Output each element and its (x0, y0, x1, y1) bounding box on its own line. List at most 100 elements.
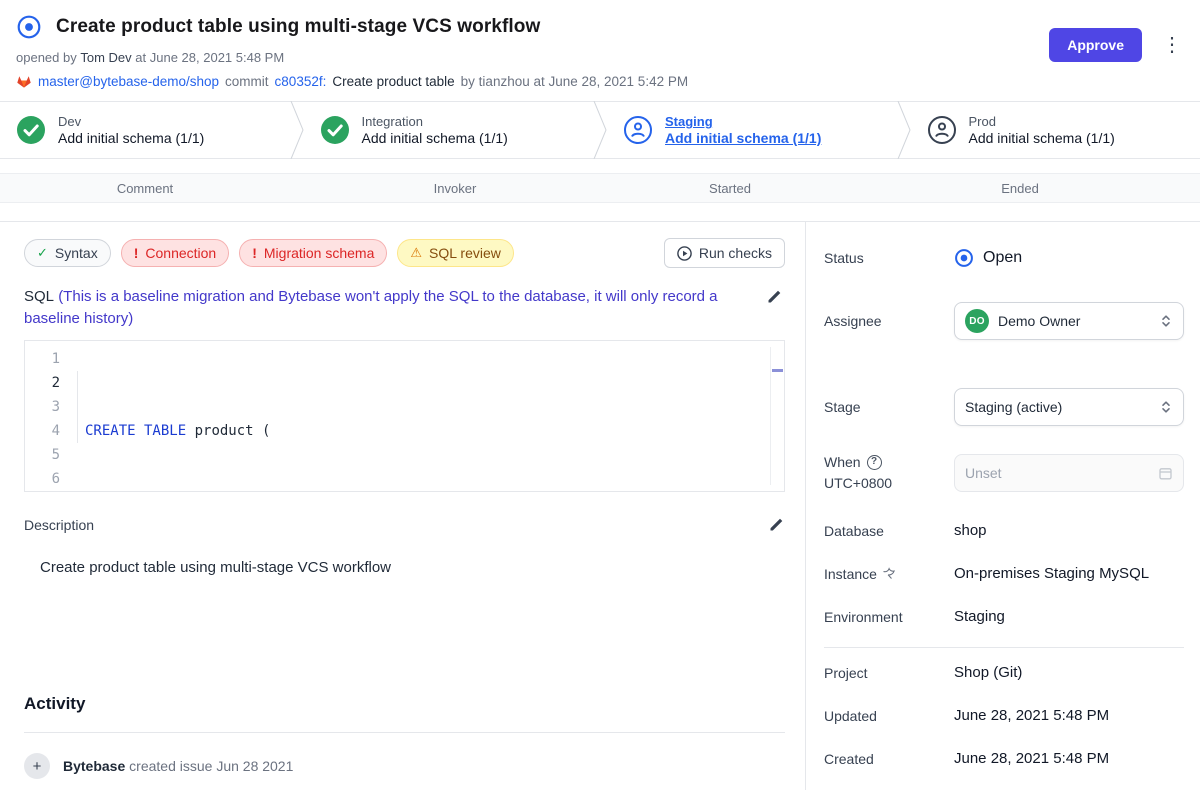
person-circle-icon (623, 115, 653, 145)
created-row: Created June 28, 2021 5:48 PM (824, 750, 1184, 767)
commit-hash-link[interactable]: c80352f: (275, 74, 327, 89)
calendar-icon (1158, 466, 1173, 481)
when-label: When (824, 454, 861, 470)
check-icon: ✓ (37, 245, 48, 261)
stage-label: Stage (824, 399, 954, 415)
stage-select[interactable]: Staging (active) (954, 388, 1184, 426)
edit-description-button[interactable] (768, 516, 785, 533)
help-icon[interactable]: ? (867, 455, 882, 470)
task-table-header: Comment Invoker Started Ended (0, 173, 1200, 203)
updated-value: June 28, 2021 5:48 PM (954, 707, 1109, 724)
minimap-mark (772, 369, 783, 372)
check-badge-connection[interactable]: ! Connection (121, 239, 230, 267)
stage-name: Dev (58, 114, 204, 129)
environment-row: Environment Staging (824, 608, 1184, 625)
issue-open-icon (16, 14, 42, 40)
updated-row: Updated June 28, 2021 5:48 PM (824, 707, 1184, 724)
sql-label: SQL (24, 288, 54, 305)
assignee-select[interactable]: DO Demo Owner (954, 302, 1184, 340)
sql-editor[interactable]: 1 2 3 4 5 6 CREATE TABLE product ( id IN… (24, 340, 785, 492)
environment-value: Staging (954, 608, 1005, 625)
editor-gutter: 1 2 3 4 5 6 (25, 347, 73, 485)
stage-prod[interactable]: Prod Add initial schema (1/1) (911, 102, 1200, 158)
status-label: Status (824, 250, 954, 266)
stage-staging[interactable]: Staging Add initial schema (1/1) (607, 102, 897, 158)
created-label: Created (824, 751, 954, 767)
when-row: When ? UTC+0800 (824, 454, 1184, 492)
issue-header: Create product table using multi-stage V… (0, 0, 1200, 89)
assignee-row: Assignee DO Demo Owner (824, 302, 1184, 340)
warning-icon: ⚠ (410, 245, 422, 261)
created-value: June 28, 2021 5:48 PM (954, 750, 1109, 767)
project-row: Project Shop (Git) (824, 664, 1184, 681)
pencil-icon (768, 516, 785, 533)
plus-icon: + (24, 753, 50, 779)
stage-dev[interactable]: Dev Add initial schema (1/1) (0, 102, 290, 158)
opener-name: Tom Dev (80, 50, 131, 65)
activity-action: created issue Jun 28 2021 (129, 758, 293, 774)
stage-separator (290, 102, 304, 158)
check-badge-label: Connection (145, 245, 216, 261)
line-number: 3 (25, 395, 60, 419)
column-ended: Ended (840, 181, 1200, 196)
activity-divider (24, 732, 785, 733)
editor-minimap[interactable] (770, 347, 784, 485)
stage-integration[interactable]: Integration Add initial schema (1/1) (304, 102, 594, 158)
sidebar-divider (824, 647, 1184, 648)
check-badge-sql-review[interactable]: ⚠ SQL review (397, 239, 514, 267)
project-label: Project (824, 665, 954, 681)
stage-task: Add initial schema (1/1) (969, 130, 1115, 146)
person-circle-icon (927, 115, 957, 145)
stage-name: Staging (665, 114, 821, 129)
stage-name: Integration (362, 114, 508, 129)
stage-task: Add initial schema (1/1) (665, 130, 821, 146)
chevron-updown-icon (1159, 313, 1173, 329)
opened-time: June 28, 2021 5:48 PM (150, 50, 284, 65)
instance-row: Instance On-premises Staging MySQL (824, 565, 1184, 582)
updated-label: Updated (824, 708, 954, 724)
line-number: 5 (25, 443, 60, 467)
commit-word: commit (225, 74, 269, 89)
check-circle-icon (320, 115, 350, 145)
stage-separator (897, 102, 911, 158)
editor-code: CREATE TABLE product ( id INTEGER PRIMAR… (73, 347, 770, 485)
check-badge-label: Syntax (55, 245, 98, 261)
indent-guide (77, 371, 78, 443)
page-title: Create product table using multi-stage V… (56, 16, 540, 38)
activity-actor: Bytebase (63, 758, 125, 774)
opened-by-line: opened by Tom Dev at June 28, 2021 5:48 … (16, 50, 1184, 65)
branch-repo-link[interactable]: master@bytebase-demo/shop (38, 74, 219, 89)
commit-message: Create product table (332, 74, 454, 89)
assignee-value: Demo Owner (998, 313, 1080, 329)
issue-sidebar: Status Open Assignee DO Demo Owner (805, 222, 1200, 790)
instance-label: Instance (824, 566, 877, 582)
check-badge-syntax[interactable]: ✓ Syntax (24, 239, 111, 267)
pencil-icon (766, 288, 783, 305)
code-text: product ( (186, 423, 270, 439)
approve-button[interactable]: Approve (1049, 28, 1142, 62)
line-number: 6 (25, 467, 60, 491)
when-datetime-input[interactable] (954, 454, 1184, 492)
play-circle-icon (677, 246, 692, 261)
kebab-menu-icon[interactable]: ⋮ (1158, 33, 1186, 57)
column-invoker: Invoker (290, 181, 620, 196)
stage-value: Staging (active) (965, 399, 1062, 415)
database-value: shop (954, 522, 987, 539)
stage-row: Stage Staging (active) (824, 388, 1184, 426)
stage-separator (593, 102, 607, 158)
edit-sql-button[interactable] (766, 288, 783, 305)
mysql-dolphin-icon (882, 567, 897, 580)
project-value: Shop (Git) (954, 664, 1022, 681)
activity-item: + Bytebase created issue Jun 28 2021 (24, 753, 785, 779)
gitlab-icon (16, 73, 32, 89)
run-checks-button[interactable]: Run checks (664, 238, 785, 268)
column-started: Started (620, 181, 840, 196)
status-value: Open (983, 249, 1022, 267)
stage-pipeline: Dev Add initial schema (1/1) Integration… (0, 101, 1200, 159)
opened-prefix: opened by (16, 50, 77, 65)
when-input[interactable] (965, 465, 1149, 481)
instance-value: On-premises Staging MySQL (954, 565, 1149, 582)
activity-heading: Activity (24, 694, 785, 714)
check-badge-migration-schema[interactable]: ! Migration schema (239, 239, 387, 267)
sql-baseline-note: (This is a baseline migration and Byteba… (24, 288, 718, 327)
